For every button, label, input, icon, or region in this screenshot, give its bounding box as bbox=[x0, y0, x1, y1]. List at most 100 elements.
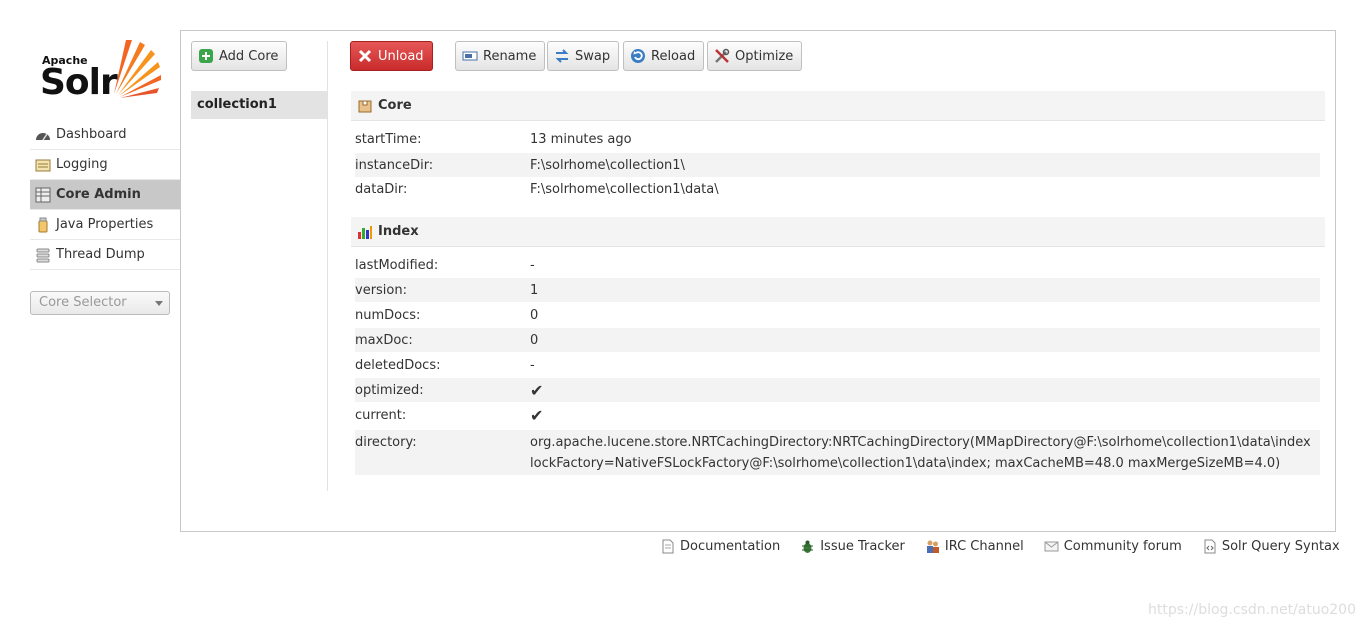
core-section-header: Core bbox=[351, 91, 1325, 121]
nav-item-logging[interactable]: Logging bbox=[30, 150, 180, 180]
row-value: 13 minutes ago bbox=[530, 131, 632, 147]
core-admin-panel: Add Core collection1 Unload Rename Swap … bbox=[180, 30, 1336, 532]
watermark: https://blog.csdn.net/atuo200 bbox=[1148, 602, 1356, 618]
java-properties-icon bbox=[35, 217, 51, 233]
index-section-title: Index bbox=[378, 224, 419, 239]
row-value: 0 bbox=[530, 332, 539, 348]
index-row-version: version: 1 bbox=[355, 278, 1320, 302]
community-forum-link[interactable]: Community forum bbox=[1044, 539, 1182, 554]
index-row-deleteddocs: deletedDocs: - bbox=[355, 354, 1320, 376]
row-value: F:\solrhome\collection1\ bbox=[530, 157, 685, 173]
checkmark-icon: ✔ bbox=[530, 405, 544, 425]
tools-icon bbox=[714, 48, 730, 64]
row-key: current: bbox=[355, 407, 407, 423]
unload-label: Unload bbox=[378, 48, 424, 64]
reload-label: Reload bbox=[651, 48, 696, 64]
core-selector-label: Core Selector bbox=[39, 295, 127, 310]
unload-button[interactable]: Unload bbox=[350, 41, 433, 71]
thread-dump-icon bbox=[35, 247, 51, 263]
rename-icon bbox=[462, 48, 478, 64]
footer-link-label: Community forum bbox=[1063, 538, 1182, 554]
row-key: startTime: bbox=[355, 131, 422, 147]
row-key: maxDoc: bbox=[355, 332, 413, 348]
index-row-directory: directory: org.apache.lucene.store.NRTCa… bbox=[355, 430, 1320, 475]
row-key: directory: bbox=[355, 435, 417, 450]
index-row-optimized: optimized: ✔ bbox=[355, 378, 1320, 402]
index-row-lastmodified: lastModified: - bbox=[355, 254, 1320, 276]
footer-link-label: Issue Tracker bbox=[820, 538, 905, 554]
main-nav: Dashboard Logging Core Admin Java Proper… bbox=[30, 120, 180, 270]
document-icon bbox=[660, 539, 675, 554]
irc-channel-link[interactable]: IRC Channel bbox=[925, 539, 1024, 554]
row-key: lastModified: bbox=[355, 257, 439, 273]
nav-item-label: Java Properties bbox=[56, 217, 154, 232]
core-selector[interactable]: Core Selector bbox=[30, 291, 170, 315]
nav-item-java-properties[interactable]: Java Properties bbox=[30, 210, 180, 240]
mail-icon bbox=[1044, 539, 1059, 554]
row-value: org.apache.lucene.store.NRTCachingDirect… bbox=[530, 435, 1311, 471]
dashboard-icon bbox=[35, 127, 51, 143]
row-key: instanceDir: bbox=[355, 157, 434, 173]
row-value: - bbox=[530, 257, 535, 273]
swap-button[interactable]: Swap bbox=[547, 41, 620, 71]
nav-item-core-admin[interactable]: Core Admin bbox=[30, 180, 180, 210]
row-key: deletedDocs: bbox=[355, 357, 441, 373]
footer-link-label: Documentation bbox=[680, 538, 781, 554]
core-list-item-collection1[interactable]: collection1 bbox=[191, 91, 327, 119]
index-row-numdocs: numDocs: 0 bbox=[355, 304, 1320, 326]
box-icon bbox=[357, 98, 373, 114]
swap-icon bbox=[554, 48, 570, 64]
issue-tracker-link[interactable]: Issue Tracker bbox=[800, 539, 905, 554]
footer-link-label: IRC Channel bbox=[944, 538, 1024, 554]
code-file-icon bbox=[1202, 539, 1217, 554]
index-row-maxdoc: maxDoc: 0 bbox=[355, 328, 1320, 352]
row-value: 1 bbox=[530, 282, 539, 298]
logging-icon bbox=[35, 157, 51, 173]
documentation-link[interactable]: Documentation bbox=[660, 539, 780, 554]
swap-label: Swap bbox=[575, 48, 611, 64]
solr-sun-icon bbox=[114, 40, 161, 98]
reload-icon bbox=[630, 48, 646, 64]
nav-item-dashboard[interactable]: Dashboard bbox=[30, 120, 180, 150]
row-value: F:\solrhome\collection1\data\ bbox=[530, 181, 719, 197]
nav-item-thread-dump[interactable]: Thread Dump bbox=[30, 240, 180, 270]
footer-link-label: Solr Query Syntax bbox=[1221, 538, 1340, 554]
core-row-instancedir: instanceDir: F:\solrhome\collection1\ bbox=[355, 153, 1320, 177]
add-core-button[interactable]: Add Core bbox=[191, 41, 288, 71]
nav-item-label: Dashboard bbox=[56, 127, 127, 142]
solr-logo[interactable]: Apache Solr bbox=[40, 38, 165, 104]
checkmark-icon: ✔ bbox=[530, 380, 544, 400]
bar-chart-icon bbox=[357, 224, 373, 240]
core-row-starttime: startTime: 13 minutes ago bbox=[355, 128, 1320, 150]
close-icon bbox=[357, 48, 373, 64]
users-icon bbox=[925, 539, 940, 554]
solr-query-syntax-link[interactable]: Solr Query Syntax bbox=[1202, 539, 1340, 554]
row-key: numDocs: bbox=[355, 307, 421, 323]
nav-item-label: Logging bbox=[56, 157, 108, 172]
nav-item-label: Thread Dump bbox=[56, 247, 145, 262]
core-admin-icon bbox=[35, 187, 51, 203]
rename-label: Rename bbox=[483, 48, 537, 64]
bug-icon bbox=[800, 539, 815, 554]
optimize-button[interactable]: Optimize bbox=[707, 41, 803, 71]
core-name: collection1 bbox=[197, 97, 277, 112]
index-row-current: current: ✔ bbox=[355, 404, 1320, 426]
rename-button[interactable]: Rename bbox=[455, 41, 546, 71]
core-row-datadir: dataDir: F:\solrhome\collection1\data\ bbox=[355, 178, 1320, 200]
index-section-header: Index bbox=[351, 217, 1325, 247]
core-section-title: Core bbox=[378, 98, 412, 113]
add-core-label: Add Core bbox=[219, 48, 279, 64]
chevron-down-icon bbox=[155, 301, 163, 306]
plus-icon bbox=[198, 48, 214, 64]
row-value: - bbox=[530, 357, 535, 373]
core-list: collection1 bbox=[191, 91, 327, 119]
nav-item-label: Core Admin bbox=[56, 187, 141, 202]
row-value: 0 bbox=[530, 307, 539, 323]
optimize-label: Optimize bbox=[735, 48, 794, 64]
footer-links: Documentation Issue Tracker IRC Channel … bbox=[660, 536, 1360, 556]
panel-divider bbox=[327, 41, 328, 491]
row-key: version: bbox=[355, 282, 407, 298]
reload-button[interactable]: Reload bbox=[623, 41, 705, 71]
row-key: dataDir: bbox=[355, 181, 408, 197]
row-key: optimized: bbox=[355, 382, 424, 398]
